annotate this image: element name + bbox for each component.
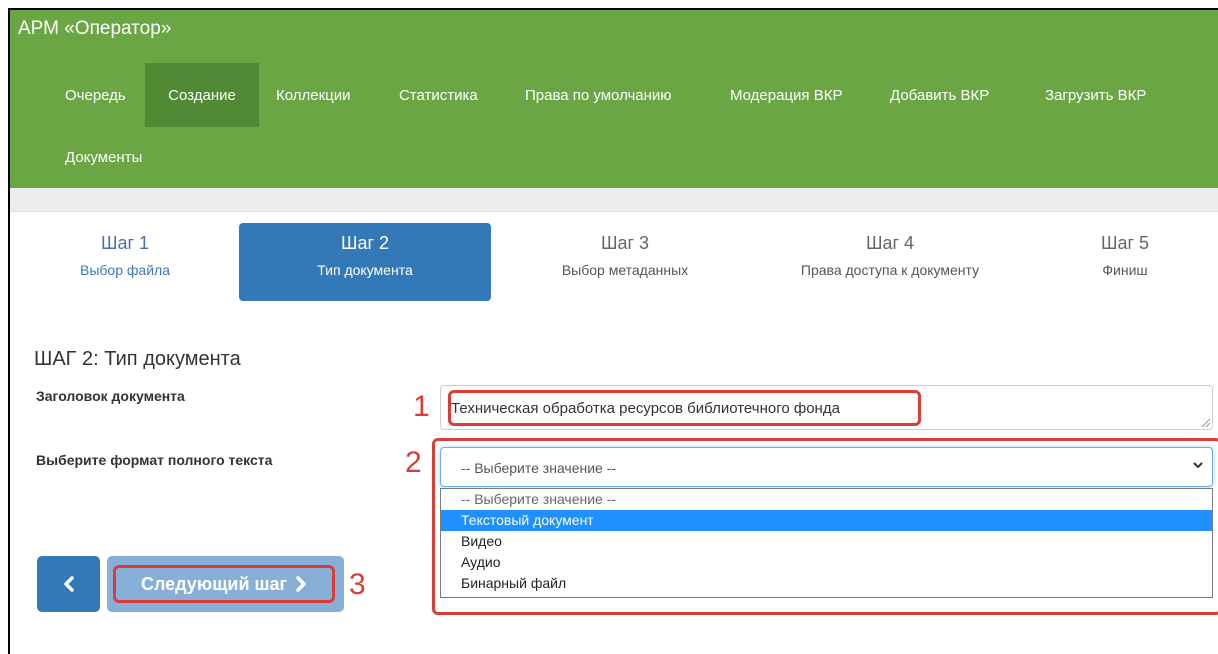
step-5-number: Шаг 5 — [1100, 233, 1150, 253]
format-option[interactable]: Видео — [441, 531, 1212, 552]
step-4-number: Шаг 4 — [865, 233, 915, 253]
resize-grip-icon[interactable] — [1202, 419, 1210, 427]
section-title: ШАГ 2: Тип документа — [34, 348, 241, 370]
nav-item-default-rights[interactable]: Права по умолчанию — [510, 63, 687, 127]
app-window: АРМ «Оператор» Очередь Создание Коллекци… — [8, 8, 1218, 654]
format-option[interactable]: Бинарный файл — [441, 573, 1212, 594]
nav-item-moderation[interactable]: Модерация ВКР — [715, 63, 857, 127]
format-dropdown-list: -- Выберите значение -- Текстовый докуме… — [440, 488, 1213, 598]
title-label: Заголовок документа — [36, 388, 185, 404]
next-step-button[interactable]: Следующий шаг — [107, 556, 344, 612]
step-2-number: Шаг 2 — [340, 233, 390, 253]
step-5-label: Финиш — [1102, 262, 1148, 278]
nav-item-collections[interactable]: Коллекции — [261, 63, 366, 127]
step-4-label: Права доступа к документу — [800, 262, 980, 278]
back-button[interactable] — [37, 556, 100, 612]
annotation-marker-1: 1 — [413, 390, 430, 423]
chevron-left-icon — [63, 576, 74, 592]
nav-item-documents[interactable]: Документы — [50, 127, 157, 187]
chevron-right-icon — [296, 576, 306, 592]
step-3[interactable]: Шаг 3 Выбор метаданных — [510, 223, 740, 301]
step-1-number: Шаг 1 — [100, 233, 150, 253]
next-step-label: Следующий шаг — [140, 573, 288, 594]
nav-item-upload-thesis[interactable]: Загрузить ВКР — [1030, 63, 1161, 127]
nav-item-add-thesis[interactable]: Добавить ВКР — [875, 63, 1004, 127]
header-divider — [10, 188, 1218, 212]
app-title: АРМ «Оператор» — [18, 18, 172, 39]
format-option[interactable]: -- Выберите значение -- — [441, 489, 1212, 510]
next-step-button-inner[interactable]: Следующий шаг — [113, 565, 335, 603]
format-select-value: -- Выберите значение -- — [461, 460, 617, 476]
annotation-marker-3: 3 — [349, 568, 366, 601]
format-option[interactable]: Аудио — [441, 552, 1212, 573]
format-option[interactable]: Текстовый документ — [441, 510, 1212, 531]
step-2[interactable]: Шаг 2 Тип документа — [239, 223, 491, 301]
nav-item-statistics[interactable]: Статистика — [384, 63, 493, 127]
format-label: Выберите формат полного текста — [36, 452, 273, 468]
app-header: АРМ «Оператор» Очередь Создание Коллекци… — [10, 10, 1218, 188]
step-2-label: Тип документа — [317, 262, 413, 278]
step-5[interactable]: Шаг 5 Финиш — [1050, 223, 1200, 301]
format-select[interactable]: -- Выберите значение -- — [440, 447, 1213, 487]
annotation-marker-2: 2 — [405, 446, 422, 479]
title-field[interactable]: Техническая обработка ресурсов библиотеч… — [440, 385, 1213, 430]
nav-item-create[interactable]: Создание — [145, 63, 259, 127]
step-3-number: Шаг 3 — [600, 233, 650, 253]
chevron-down-icon — [1192, 458, 1204, 475]
title-value: Техническая обработка ресурсов библиотеч… — [451, 400, 840, 417]
step-3-label: Выбор метаданных — [561, 262, 689, 278]
nav-item-queue[interactable]: Очередь — [50, 63, 141, 127]
step-1-label: Выбор файла — [80, 262, 170, 278]
step-4[interactable]: Шаг 4 Права доступа к документу — [800, 223, 980, 301]
step-1[interactable]: Шаг 1 Выбор файла — [50, 223, 200, 301]
